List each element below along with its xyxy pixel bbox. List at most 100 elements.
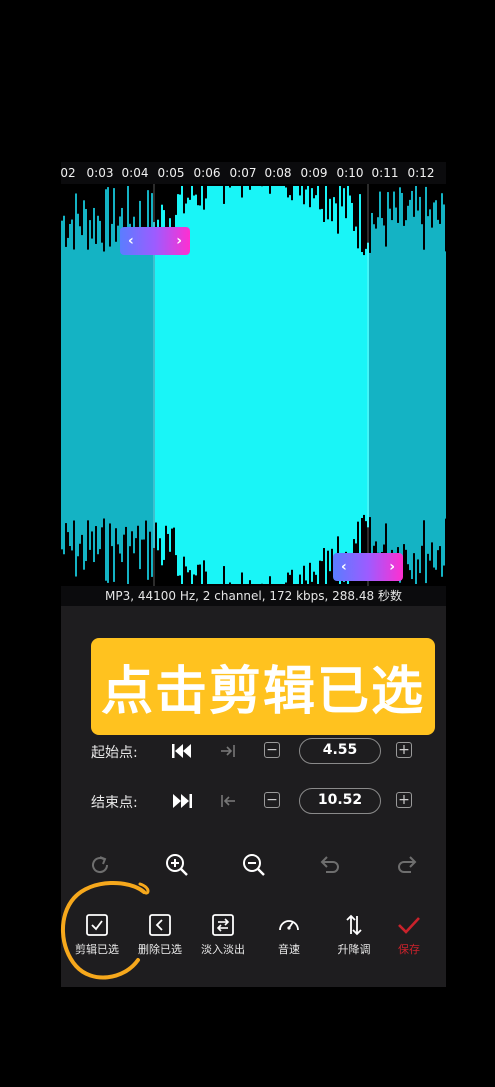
timeline-tick: 0:08 bbox=[264, 166, 292, 180]
end-point-label: 结束点: bbox=[91, 795, 138, 811]
waveform-bar bbox=[91, 238, 93, 532]
waveform-body bbox=[174, 285, 348, 485]
undo-icon[interactable] bbox=[317, 852, 343, 878]
timeline-tick: 0:06 bbox=[193, 166, 221, 180]
waveform-bar bbox=[113, 188, 115, 582]
waveform-bar bbox=[67, 237, 69, 533]
hint-banner-text: 点击剪辑已选 bbox=[100, 662, 425, 722]
waveform-bar bbox=[167, 236, 169, 534]
waveform-bar bbox=[149, 238, 151, 532]
selection-end-handle[interactable]: ‹ › bbox=[333, 553, 403, 581]
waveform-bar bbox=[77, 213, 79, 557]
timeline-tick: 02 bbox=[61, 166, 76, 180]
waveform-bar bbox=[397, 222, 399, 548]
skip-to-start-icon[interactable] bbox=[171, 741, 193, 761]
waveform-bar bbox=[125, 243, 127, 527]
waveform-bar bbox=[401, 192, 403, 578]
timeline-tick: 0:03 bbox=[86, 166, 114, 180]
waveform-bar bbox=[413, 216, 415, 554]
redo-icon[interactable] bbox=[394, 852, 420, 878]
chevron-left-icon: ‹ bbox=[128, 233, 134, 249]
waveform-bar bbox=[359, 194, 361, 576]
waveform-bar bbox=[395, 207, 397, 563]
pitch-icon bbox=[346, 914, 362, 936]
fade-icon bbox=[212, 914, 234, 936]
waveform-bar bbox=[73, 249, 75, 521]
waveform-bar bbox=[79, 226, 81, 544]
waveform-view[interactable]: ‹ › ‹ › bbox=[61, 184, 446, 586]
end-minus-button[interactable]: − bbox=[264, 792, 280, 808]
waveform-bar bbox=[439, 223, 441, 547]
set-to-cursor-icon[interactable] bbox=[219, 742, 237, 760]
waveform-bar bbox=[373, 224, 375, 546]
zoom-in-icon[interactable] bbox=[164, 852, 190, 878]
waveform-bar bbox=[389, 208, 391, 562]
audio-info: MP3, 44100 Hz, 2 channel, 172 kbps, 288.… bbox=[61, 586, 446, 606]
end-plus-button[interactable]: + bbox=[396, 792, 412, 808]
toolbar-label: 淡入淡出 bbox=[201, 943, 245, 956]
waveform-bar bbox=[69, 223, 71, 547]
waveform-bar bbox=[145, 249, 147, 521]
waveform-bar bbox=[71, 219, 73, 551]
end-point-row: 结束点: − 10.52 + bbox=[61, 786, 446, 816]
toolbar-label: 音速 bbox=[278, 943, 300, 956]
waveform-bar bbox=[361, 252, 363, 518]
toolbar-label: 升降调 bbox=[337, 943, 371, 956]
waveform-bar bbox=[429, 209, 431, 561]
waveform-bar bbox=[139, 200, 141, 570]
waveform-bar bbox=[119, 216, 121, 554]
waveform-bar bbox=[435, 200, 437, 570]
pitch-button[interactable]: 升降调 bbox=[323, 907, 385, 967]
waveform-bar bbox=[129, 223, 131, 547]
start-plus-button[interactable]: + bbox=[396, 742, 412, 758]
start-point-row: 起始点: − 4.55 + bbox=[61, 736, 446, 766]
timeline-tick: 0:07 bbox=[229, 166, 257, 180]
waveform-bar bbox=[107, 187, 109, 583]
waveform-bar bbox=[87, 249, 89, 521]
selection-start-handle[interactable]: ‹ › bbox=[120, 227, 190, 255]
waveform-bar bbox=[421, 224, 423, 546]
waveform-bar bbox=[443, 204, 445, 566]
end-value-input[interactable]: 10.52 bbox=[299, 788, 381, 814]
waveform-bar bbox=[405, 220, 407, 550]
waveform-bar bbox=[409, 199, 411, 571]
fade-button[interactable]: 淡入淡出 bbox=[192, 907, 254, 967]
zoom-out-icon[interactable] bbox=[241, 852, 267, 878]
waveform-bar bbox=[75, 193, 77, 577]
waveform-bar bbox=[85, 208, 87, 562]
waveform-bar bbox=[137, 244, 139, 526]
skip-to-end-icon[interactable] bbox=[171, 791, 193, 811]
waveform-bar bbox=[371, 212, 373, 558]
chevron-left-icon: ‹ bbox=[341, 559, 347, 575]
waveform-bar bbox=[169, 218, 171, 552]
speed-button[interactable]: 音速 bbox=[258, 907, 320, 967]
waveform-bar bbox=[425, 186, 427, 584]
set-to-cursor-icon[interactable] bbox=[219, 792, 237, 810]
waveform-bar bbox=[417, 210, 419, 560]
waveform-bar bbox=[97, 215, 99, 555]
waveform-bar bbox=[353, 230, 355, 540]
waveform-bar bbox=[157, 219, 159, 551]
waveform-bar bbox=[111, 223, 113, 547]
waveform-bar bbox=[445, 251, 446, 519]
waveform-bar bbox=[143, 230, 145, 540]
timeline-tick: 0:09 bbox=[300, 166, 328, 180]
waveform-bar bbox=[109, 246, 111, 524]
waveform-bar bbox=[379, 191, 381, 579]
waveform-bar bbox=[387, 192, 389, 578]
waveform-bar bbox=[391, 220, 393, 550]
waveform-bar bbox=[99, 220, 101, 550]
annotation-circle bbox=[60, 881, 150, 980]
save-button[interactable]: 保存 bbox=[378, 907, 440, 967]
waveform-bar bbox=[89, 220, 91, 550]
waveform-bar bbox=[115, 241, 117, 529]
start-minus-button[interactable]: − bbox=[264, 742, 280, 758]
start-value-input[interactable]: 4.55 bbox=[299, 738, 381, 764]
waveform-bar bbox=[155, 247, 157, 523]
waveform-bar bbox=[407, 205, 409, 565]
waveform-bar bbox=[159, 231, 161, 539]
waveform-bar bbox=[349, 195, 351, 575]
waveform-bar bbox=[365, 248, 367, 522]
waveform-bar bbox=[163, 210, 165, 560]
waveform-bar bbox=[363, 255, 365, 515]
